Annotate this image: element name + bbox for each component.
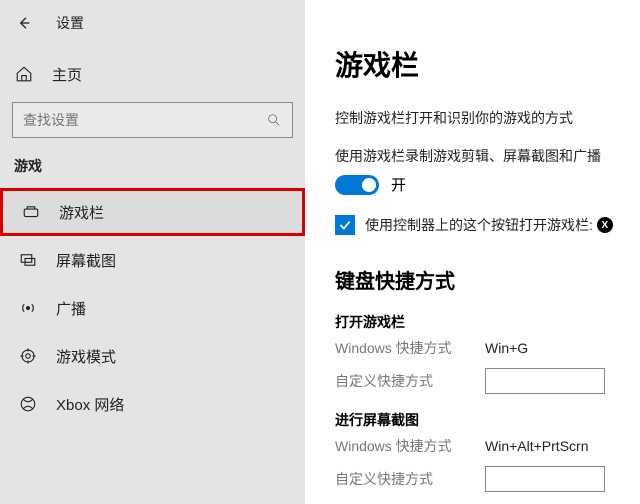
checkbox-label: 使用控制器上的这个按钮打开游戏栏: X: [365, 215, 613, 235]
group-screenshot: 进行屏幕截图: [335, 410, 620, 430]
section-heading: 键盘快捷方式: [335, 265, 620, 294]
home-label: 主页: [52, 64, 82, 85]
home-icon: [14, 64, 34, 84]
search-box[interactable]: [12, 102, 293, 138]
toggle-description: 使用游戏栏录制游戏剪辑、屏幕截图和广播: [335, 146, 620, 166]
page-heading: 游戏栏: [335, 44, 620, 84]
group-open-gamebar: 打开游戏栏: [335, 312, 620, 332]
nav-label: 游戏模式: [56, 346, 116, 367]
nav-item-gamemode[interactable]: 游戏模式: [0, 332, 305, 380]
search-input[interactable]: [23, 112, 266, 128]
win-shortcut-label: Windows 快捷方式: [335, 338, 485, 358]
back-button[interactable]: [10, 9, 38, 37]
nav-label: Xbox 网络: [56, 394, 124, 415]
content-pane: 游戏栏 控制游戏栏打开和识别你的游戏的方式 使用游戏栏录制游戏剪辑、屏幕截图和广…: [305, 0, 640, 504]
nav-label: 广播: [56, 298, 86, 319]
broadcast-icon: [18, 298, 38, 318]
home-button[interactable]: 主页: [0, 54, 305, 94]
win-shortcut-value: Win+Alt+PrtScrn: [485, 438, 620, 454]
captures-icon: [18, 250, 38, 270]
category-label: 游戏: [0, 138, 305, 184]
check-icon: [338, 218, 352, 232]
search-icon: [266, 112, 282, 128]
nav-item-broadcast[interactable]: 广播: [0, 284, 305, 332]
controller-open-checkbox[interactable]: [335, 215, 355, 235]
nav-label: 屏幕截图: [56, 250, 116, 271]
nav-label: 游戏栏: [59, 202, 104, 223]
nav-item-captures[interactable]: 屏幕截图: [0, 236, 305, 284]
arrow-left-icon: [16, 15, 32, 31]
nav-item-gamebar[interactable]: 游戏栏: [0, 188, 305, 236]
page-description: 控制游戏栏打开和识别你的游戏的方式: [335, 108, 620, 128]
gamebar-toggle[interactable]: [335, 175, 379, 195]
gamebar-icon: [21, 202, 41, 222]
custom-shortcut-input-open[interactable]: [485, 368, 605, 394]
win-shortcut-label: Windows 快捷方式: [335, 436, 485, 456]
window-title: 设置: [56, 13, 84, 33]
toggle-state-label: 开: [391, 174, 406, 195]
win-shortcut-value: Win+G: [485, 340, 620, 356]
xbox-icon: [18, 394, 38, 414]
gamemode-icon: [18, 346, 38, 366]
nav-item-xbox-network[interactable]: Xbox 网络: [0, 380, 305, 428]
custom-shortcut-input-screenshot[interactable]: [485, 466, 605, 492]
custom-shortcut-label: 自定义快捷方式: [335, 371, 485, 391]
custom-shortcut-label: 自定义快捷方式: [335, 469, 485, 489]
xbox-button-icon: X: [597, 217, 613, 233]
